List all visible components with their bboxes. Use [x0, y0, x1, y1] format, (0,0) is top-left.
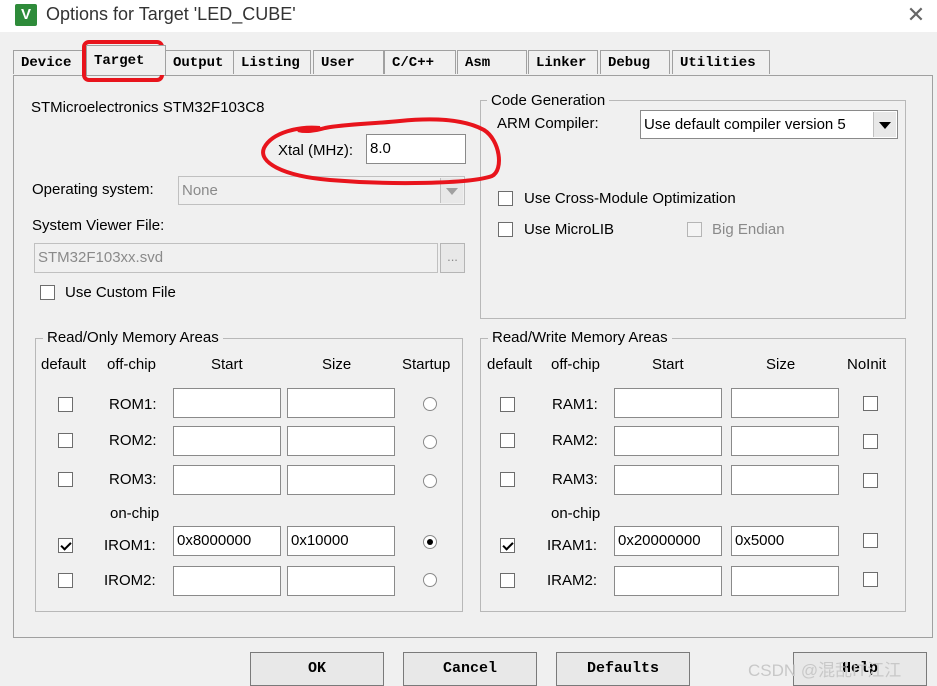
annotation-overlay — [82, 40, 501, 186]
tab-target[interactable]: Target — [86, 45, 166, 75]
xtal-annotation — [261, 117, 501, 186]
